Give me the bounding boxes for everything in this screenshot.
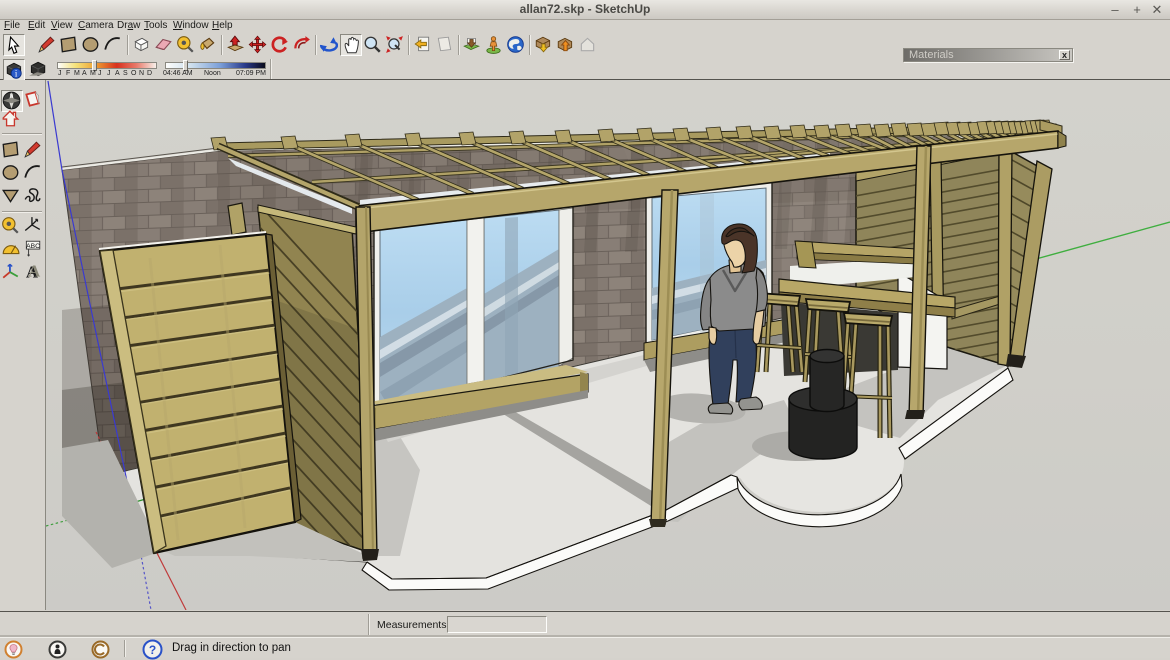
svg-text:?: ? [149,643,156,657]
svg-text:A: A [28,262,40,281]
svg-text:N: N [10,94,14,100]
svg-text:ABC: ABC [26,243,40,250]
